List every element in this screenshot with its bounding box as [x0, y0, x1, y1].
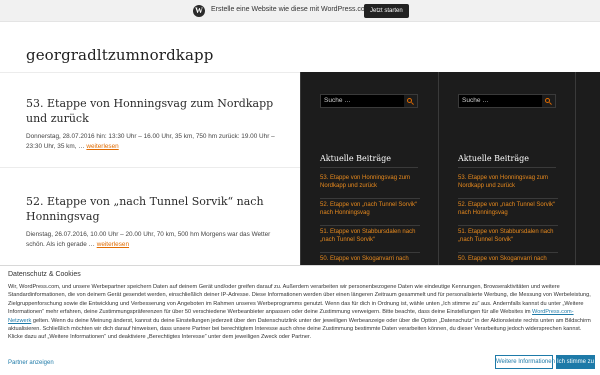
cookie-text-part: gelten. Wenn du deine Meinung änderst, k…	[8, 317, 591, 341]
cookie-text-part: Wir, WordPress.com, und unsere Werbepart…	[8, 284, 591, 316]
post-title[interactable]: 53. Etappe von Honningsvag zum Nordkapp …	[26, 96, 288, 126]
recent-post-link[interactable]: 53. Etappe von Honningsvag zum Nordkapp …	[458, 172, 558, 199]
post-52: 52. Etappe von „nach Tunnel Sorvik“ nach…	[26, 194, 288, 250]
cookie-text: Wir, WordPress.com, und unsere Werbepart…	[8, 283, 593, 342]
post-53: 53. Etappe von Honningsvag zum Nordkapp …	[26, 96, 288, 152]
sidebar: Suche … Aktuelle Beiträge 53. Etappe von…	[300, 72, 600, 280]
widget-divider	[320, 167, 418, 168]
recent-posts-list: 53. Etappe von Honningsvag zum Nordkapp …	[458, 172, 558, 280]
wordpress-logo-icon: W	[193, 5, 205, 17]
post-excerpt: Donnerstag, 28.07.2016 hin: 13:30 Uhr – …	[26, 132, 288, 152]
read-more-link[interactable]: weiterlesen	[97, 241, 129, 248]
read-more-link[interactable]: weiterlesen	[86, 143, 118, 150]
search-form: Suche …	[320, 94, 418, 108]
recent-post-link[interactable]: 52. Etappe von „nach Tunnel Sorvik“ nach…	[458, 199, 558, 226]
show-partners-link[interactable]: Partner anzeigen	[8, 360, 54, 366]
post-excerpt: Dienstag, 26.07.2016, 10.00 Uhr – 20.00 …	[26, 230, 288, 250]
recent-post-link[interactable]: 52. Etappe von „nach Tunnel Sorvik“ nach…	[320, 199, 420, 226]
recent-posts-list: 53. Etappe von Honningsvag zum Nordkapp …	[320, 172, 420, 280]
post-title[interactable]: 52. Etappe von „nach Tunnel Sorvik“ nach…	[26, 194, 288, 224]
sidebar-column: Suche … Aktuelle Beiträge 53. Etappe von…	[438, 72, 576, 280]
widget-divider	[458, 167, 556, 168]
search-input[interactable]: Suche …	[462, 97, 489, 104]
post-divider	[0, 167, 300, 168]
excerpt-text: Donnerstag, 28.07.2016 hin: 13:30 Uhr – …	[26, 133, 275, 150]
start-now-button[interactable]: Jetzt starten	[364, 4, 409, 18]
more-info-button[interactable]: Weitere Informationen	[495, 355, 555, 369]
search-icon[interactable]	[404, 95, 417, 107]
search-input[interactable]: Suche …	[324, 97, 351, 104]
promo-text: Erstelle eine Website wie diese mit Word…	[211, 6, 371, 13]
recent-posts-title: Aktuelle Beiträge	[458, 154, 529, 163]
recent-post-link[interactable]: 51. Etappe von Stabbursdalen nach „nach …	[458, 226, 558, 253]
cookie-title: Datenschutz & Cookies	[8, 271, 81, 278]
site-title[interactable]: georgradltzumnordkapp	[26, 46, 213, 64]
search-icon[interactable]	[542, 95, 555, 107]
recent-post-link[interactable]: 53. Etappe von Honningsvag zum Nordkapp …	[320, 172, 420, 199]
recent-post-link[interactable]: 51. Etappe von Stabbursdalen nach „nach …	[320, 226, 420, 253]
cookie-banner: Datenschutz & Cookies Wir, WordPress.com…	[0, 265, 600, 375]
promo-bar: W Erstelle eine Website wie diese mit Wo…	[0, 0, 600, 22]
search-form: Suche …	[458, 94, 556, 108]
excerpt-text: Dienstag, 26.07.2016, 10.00 Uhr – 20.00 …	[26, 231, 271, 248]
sidebar-column: Suche … Aktuelle Beiträge 53. Etappe von…	[300, 72, 438, 280]
agree-button[interactable]: Ich stimme zu	[556, 355, 595, 369]
recent-posts-title: Aktuelle Beiträge	[320, 154, 391, 163]
